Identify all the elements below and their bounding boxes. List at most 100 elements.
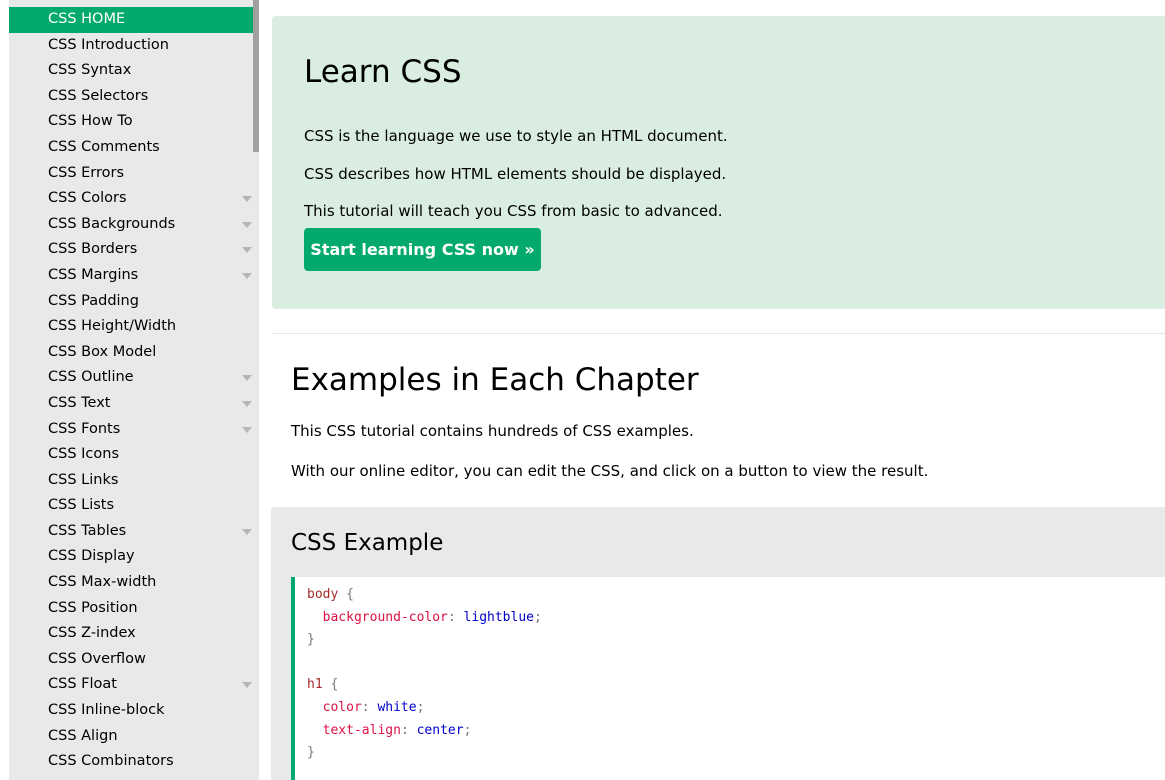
hero-paragraph: CSS describes how HTML elements should b… (304, 165, 727, 183)
sidebar-item-label: CSS Links (48, 471, 119, 488)
code-line: } (307, 632, 315, 647)
sidebar-item-label: CSS Padding (48, 292, 139, 309)
hero-section: Learn CSS CSS is the language we use to … (272, 16, 1165, 309)
chevron-down-icon[interactable] (242, 196, 252, 203)
sidebar-item-label: CSS Text (48, 394, 111, 411)
css-example-box: CSS Example body { background-color: lig… (271, 507, 1165, 780)
sidebar-item-css-selectors[interactable]: CSS Selectors (9, 84, 259, 110)
code-property: background-color (322, 610, 448, 625)
code-line: body { (307, 587, 354, 602)
chevron-down-icon[interactable] (242, 528, 252, 535)
code-property: text-align (322, 723, 401, 738)
code-block: body { background-color: lightblue; } h1… (291, 577, 1165, 780)
sidebar-item-css-position[interactable]: CSS Position (9, 596, 259, 622)
sidebar-item-css-errors[interactable]: CSS Errors (9, 161, 259, 187)
sidebar-item-css-colors[interactable]: CSS Colors (9, 186, 259, 212)
hero-paragraph: CSS is the language we use to style an H… (304, 127, 728, 145)
sidebar-item-label: CSS Syntax (48, 62, 132, 79)
sidebar-item-css-box-model[interactable]: CSS Box Model (9, 340, 259, 366)
code-value: center (416, 723, 464, 738)
sidebar-nav: CSS HOME CSS Introduction CSS Syntax CSS Se… (9, 0, 259, 780)
sidebar-item-label: CSS Combinators (48, 753, 174, 770)
code-property: color (322, 700, 362, 715)
sidebar-item-css-outline[interactable]: CSS Outline (9, 365, 259, 391)
sidebar-item-label: CSS Box Model (48, 343, 157, 360)
sidebar-item-label: CSS Position (48, 599, 138, 616)
sidebar-item-label: CSS Lists (48, 497, 115, 514)
hero-paragraph: This tutorial will teach you CSS from ba… (304, 202, 723, 220)
css-example-heading: CSS Example (291, 530, 444, 556)
sidebar-item-label: CSS Align (48, 727, 118, 744)
sidebar-item-label: CSS Selectors (48, 87, 149, 104)
chevron-down-icon[interactable] (242, 221, 252, 228)
page-title: Learn CSS (304, 54, 462, 90)
code-line: } (307, 745, 315, 760)
code-line: h1 { (307, 677, 339, 692)
sidebar-item-css-home[interactable]: CSS HOME (9, 7, 259, 33)
sidebar-item-label: CSS Height/Width (48, 318, 177, 335)
sidebar-item-label: CSS Max-width (48, 574, 157, 591)
chevron-down-icon[interactable] (242, 375, 252, 382)
sidebar-item-label: CSS Comments (48, 138, 160, 155)
sidebar-item-label: CSS Inline-block (48, 702, 165, 719)
chevron-down-icon[interactable] (242, 682, 252, 689)
sidebar-item-css-lists[interactable]: CSS Lists (9, 493, 259, 519)
code-line: background-color: lightblue; (322, 610, 542, 625)
start-learning-button[interactable]: Start learning CSS now » (304, 228, 541, 271)
chevron-down-icon[interactable] (242, 426, 252, 433)
sidebar-item-css-align[interactable]: CSS Align (9, 724, 259, 750)
sidebar-item-css-height-width[interactable]: CSS Height/Width (9, 314, 259, 340)
examples-paragraph: This CSS tutorial contains hundreds of C… (291, 422, 694, 440)
sidebar-item-css-how-to[interactable]: CSS How To (9, 109, 259, 135)
sidebar-item-label: CSS Display (48, 548, 135, 565)
sidebar-item-css-links[interactable]: CSS Links (9, 468, 259, 494)
chevron-down-icon[interactable] (242, 272, 252, 279)
code-selector: h1 (307, 677, 323, 692)
sidebar-item-css-padding[interactable]: CSS Padding (9, 289, 259, 315)
sidebar-nav-list: CSS HOME CSS Introduction CSS Syntax CSS Se… (9, 7, 259, 775)
sidebar-item-css-icons[interactable]: CSS Icons (9, 442, 259, 468)
chevron-down-icon[interactable] (242, 400, 252, 407)
sidebar-item-css-introduction[interactable]: CSS Introduction (9, 33, 259, 59)
sidebar-item-css-fonts[interactable]: CSS Fonts (9, 417, 259, 443)
chevron-down-icon[interactable] (242, 247, 252, 254)
sidebar-item-label: CSS How To (48, 113, 133, 130)
sidebar-item-label: CSS Errors (48, 164, 125, 181)
sidebar-item-css-combinators[interactable]: CSS Combinators (9, 749, 259, 775)
sidebar-scrollbar[interactable] (253, 0, 259, 152)
sidebar-item-label: CSS Icons (48, 446, 120, 463)
sidebar-item-css-display[interactable]: CSS Display (9, 544, 259, 570)
sidebar-item-label: CSS Fonts (48, 420, 121, 437)
code-line: color: white; (322, 700, 425, 715)
sidebar-item-label: CSS Float (48, 676, 117, 693)
sidebar-item-css-syntax[interactable]: CSS Syntax (9, 58, 259, 84)
examples-paragraph: With our online editor, you can edit the… (291, 462, 929, 480)
sidebar-item-label: CSS Colors (48, 190, 127, 207)
code-line: text-align: center; (322, 723, 472, 738)
sidebar-item-css-inline-block[interactable]: CSS Inline-block (9, 698, 259, 724)
sidebar-item-label: CSS Z-index (48, 625, 136, 642)
code-value: white (377, 700, 417, 715)
sidebar-item-css-backgrounds[interactable]: CSS Backgrounds (9, 212, 259, 238)
sidebar-item-css-text[interactable]: CSS Text (9, 391, 259, 417)
sidebar-item-label: CSS Margins (48, 266, 139, 283)
code-value: lightblue (463, 610, 534, 625)
sidebar-item-css-float[interactable]: CSS Float (9, 672, 259, 698)
sidebar-item-label: CSS Tables (48, 522, 127, 539)
sidebar-item-label: CSS Outline (48, 369, 134, 386)
sidebar-item-css-borders[interactable]: CSS Borders (9, 237, 259, 263)
sidebar-item-css-comments[interactable]: CSS Comments (9, 135, 259, 161)
sidebar-item-label: CSS HOME (48, 11, 126, 27)
section-divider (272, 333, 1165, 334)
sidebar-item-label: CSS Backgrounds (48, 215, 176, 232)
examples-heading: Examples in Each Chapter (291, 362, 699, 398)
sidebar-item-css-z-index[interactable]: CSS Z-index (9, 621, 259, 647)
sidebar-item-css-max-width[interactable]: CSS Max-width (9, 570, 259, 596)
sidebar-item-label: CSS Overflow (48, 650, 146, 667)
sidebar-item-label: CSS Borders (48, 241, 138, 258)
sidebar-item-css-overflow[interactable]: CSS Overflow (9, 647, 259, 673)
sidebar-item-label: CSS Introduction (48, 36, 169, 53)
code-selector: body (307, 587, 339, 602)
sidebar-item-css-tables[interactable]: CSS Tables (9, 519, 259, 545)
sidebar-item-css-margins[interactable]: CSS Margins (9, 263, 259, 289)
